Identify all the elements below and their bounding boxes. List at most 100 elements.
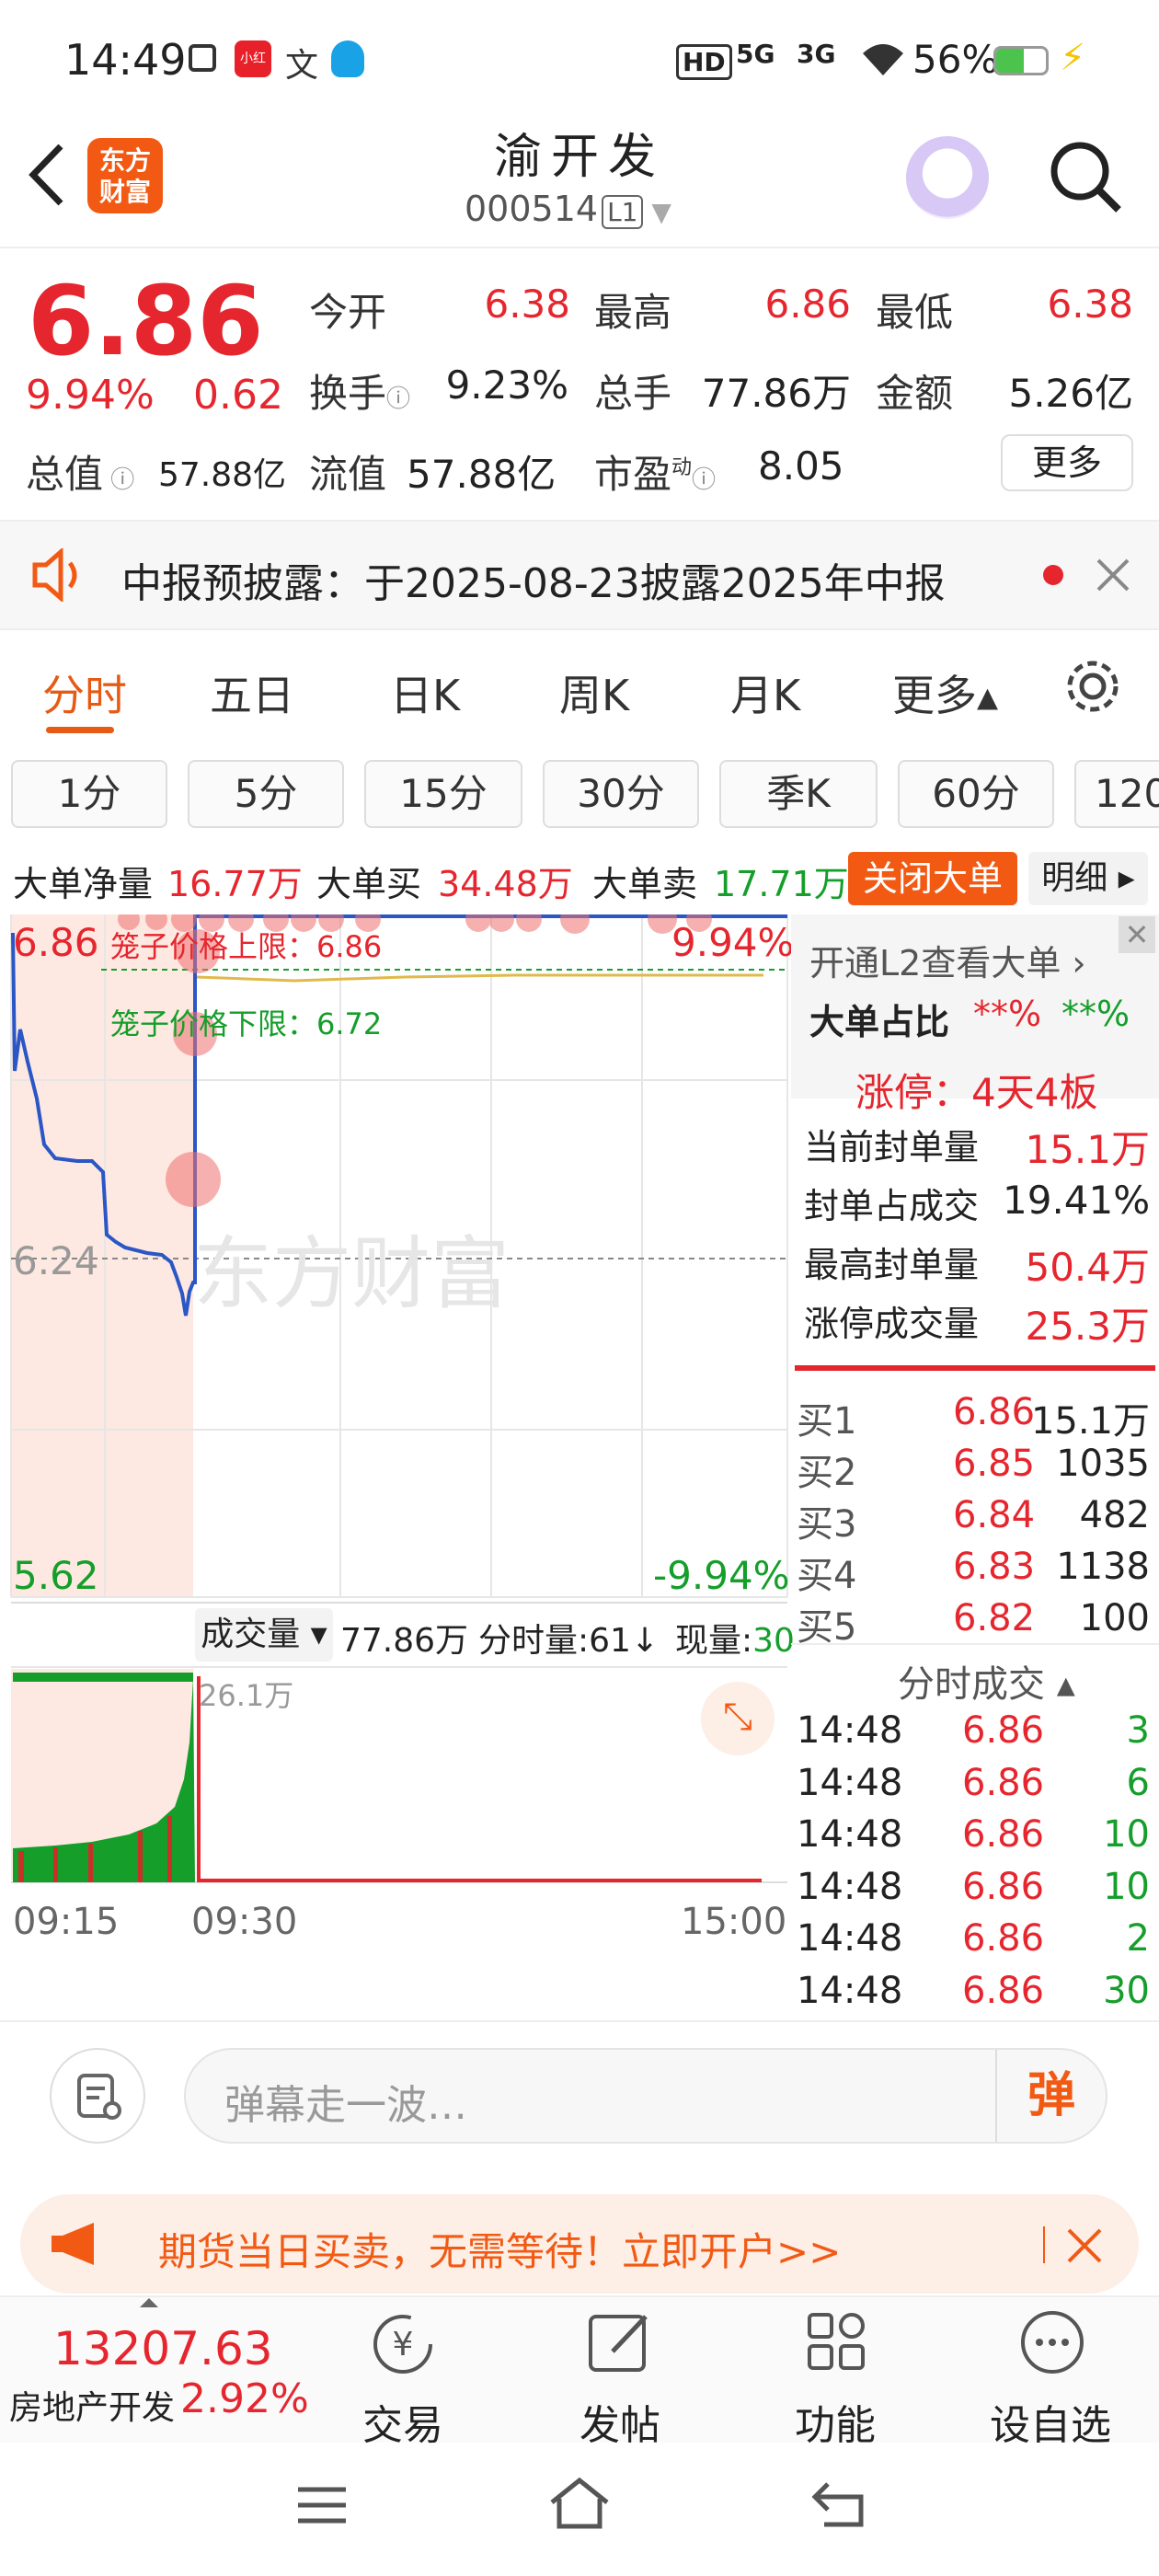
chart-top-price: 6.86	[13, 920, 99, 965]
post-edit-icon[interactable]	[585, 2307, 655, 2377]
danmu-placeholder: 弹幕走一波…	[224, 2082, 467, 2129]
low-value: 6.38	[1047, 282, 1133, 327]
hd-icon: HD	[676, 44, 732, 80]
order-book-row: 买1 6.86 15.1万	[797, 1391, 1150, 1443]
float-value: 57.88亿	[407, 452, 557, 497]
limit-up-title: 涨停：4天4板	[855, 1070, 1098, 1115]
minute-volume: 分时量:61↓	[478, 1622, 660, 1660]
tick-row: 14:48 6.86 10	[797, 1865, 1150, 1908]
expand-icon[interactable]: ⤡	[701, 1682, 775, 1755]
high-value: 6.86	[764, 282, 851, 327]
danmu-settings-icon[interactable]	[50, 2048, 145, 2144]
status-time: 14:49	[64, 35, 187, 85]
tab-intraday[interactable]: 分时	[42, 662, 127, 723]
order-book-row: 买3 6.84 482	[797, 1494, 1150, 1546]
battery-percent: 56%	[912, 37, 999, 82]
detail-button[interactable]: 明细 ▸	[1028, 852, 1148, 905]
charging-icon: ⚡	[1060, 37, 1086, 79]
high-label: 最高	[594, 290, 672, 335]
volume-value: 77.86万	[701, 371, 851, 416]
stat-label: 当前封单量	[804, 1127, 980, 1167]
close-big-order-button[interactable]: 关闭大单	[848, 852, 1017, 905]
unread-dot	[1043, 565, 1063, 585]
big-order-net: 16.77万	[167, 864, 303, 904]
intraday-chart[interactable]: 东方财富	[0, 914, 791, 1890]
chart-bottom-price: 5.62	[13, 1553, 99, 1598]
big-order-net-label: 大单净量	[13, 864, 154, 904]
chart-mid-price: 6.24	[13, 1238, 99, 1283]
period-15min[interactable]: 15分	[364, 760, 522, 828]
stock-code[interactable]: 000514 L1 ▼	[465, 189, 671, 229]
amount-value: 5.26亿	[1008, 371, 1133, 416]
tab-monthly-k[interactable]: 月K	[730, 662, 800, 723]
cage-upper-limit: 笼子价格上限：6.86	[110, 929, 383, 964]
total-value: 57.88亿	[158, 456, 287, 494]
change-percent: 9.94%	[26, 372, 155, 419]
sector-index[interactable]: 13207.63	[53, 2322, 273, 2375]
tab-indicator	[46, 727, 114, 733]
tab-more[interactable]: 更多▴	[892, 662, 998, 723]
l2-link[interactable]: 开通L2查看大单 ›	[809, 935, 1086, 985]
float-value-label: 流值	[309, 452, 387, 497]
qq-icon	[331, 40, 364, 77]
close-icon[interactable]	[1095, 557, 1131, 593]
chart-bottom-pct: -9.94%	[653, 1553, 790, 1598]
ad-close-icon[interactable]	[1065, 2226, 1104, 2265]
panel-close-icon[interactable]: ✕	[1119, 916, 1155, 953]
nav-post[interactable]: 发帖	[546, 2392, 694, 2451]
volume-peak: 26.1万	[199, 1678, 294, 1713]
sector-pct[interactable]: 2.92%	[180, 2375, 309, 2422]
nav-trade[interactable]: 交易	[329, 2392, 476, 2451]
turnover-label: 换手ⓘ	[309, 371, 411, 416]
tick-row: 14:48 6.86 3	[797, 1709, 1150, 1752]
open-value: 6.38	[484, 282, 570, 327]
period-120min[interactable]: 120	[1074, 760, 1159, 828]
sector-name[interactable]: 房地产开发	[9, 2381, 175, 2429]
level-badge: L1	[602, 195, 644, 229]
ticks-title[interactable]: 分时成交 ▴	[898, 1654, 1075, 1708]
status-bar: 14:49 小红书 文 HD 5G 3G 56% ⚡	[0, 0, 1159, 110]
tab-weekly-k[interactable]: 周K	[559, 662, 629, 723]
ratio-label: 大单占比	[809, 1002, 950, 1042]
ad-text: 期货当日买卖，无需等待！立即开户>>	[158, 2229, 842, 2274]
functions-grid-icon[interactable]	[802, 2307, 872, 2377]
settings-gear-icon[interactable]	[1063, 657, 1122, 716]
robot-assistant-icon[interactable]	[906, 136, 989, 219]
stat-value: 15.1万	[1025, 1127, 1150, 1172]
big-order-sell: 17.71万	[714, 864, 849, 904]
amount-label: 金额	[876, 371, 954, 416]
search-icon[interactable]	[1047, 138, 1124, 215]
time-open: 09:30	[191, 1901, 298, 1943]
divider	[1043, 2226, 1045, 2263]
tick-row: 14:48 6.86 30	[797, 1969, 1150, 2012]
period-5min[interactable]: 5分	[188, 760, 344, 828]
battery-icon	[993, 46, 1049, 75]
volume-label: 总手	[594, 371, 672, 416]
pe-value: 8.05	[758, 443, 844, 489]
period-1min[interactable]: 1分	[11, 760, 167, 828]
pe-label: 市盈动ⓘ	[594, 452, 717, 497]
home-icon[interactable]	[546, 2475, 613, 2532]
tab-five-day[interactable]: 五日	[210, 662, 294, 723]
trade-yen-icon[interactable]: ¥	[368, 2309, 438, 2379]
tick-row: 14:48 6.86 10	[797, 1813, 1150, 1856]
tab-daily-k[interactable]: 日K	[390, 662, 460, 723]
back-icon[interactable]	[809, 2478, 868, 2530]
volume-dropdown[interactable]: 成交量 ▾	[195, 1608, 333, 1662]
app-screen: { "status":{"time":"14:49","notif_icons"…	[0, 0, 1159, 2576]
signal-3g-icon: 3G	[797, 39, 836, 69]
danmu-send-button[interactable]: 弹	[995, 2050, 1106, 2142]
period-quarter-k[interactable]: 季K	[719, 760, 878, 828]
more-button[interactable]: 更多	[1001, 434, 1133, 491]
nav-functions[interactable]: 功能	[762, 2392, 909, 2451]
turnover-value: 9.23%	[445, 362, 568, 408]
open-label: 今开	[309, 290, 387, 335]
big-order-buy: 34.48万	[438, 864, 573, 904]
period-60min[interactable]: 60分	[898, 760, 1054, 828]
nav-add-watchlist[interactable]: 设自选	[977, 2392, 1124, 2451]
ratio-sell: **%	[1061, 994, 1130, 1034]
divider	[0, 2020, 1159, 2022]
add-watchlist-icon[interactable]	[1017, 2307, 1087, 2377]
menu-icon[interactable]	[294, 2482, 350, 2528]
period-30min[interactable]: 30分	[543, 760, 699, 828]
